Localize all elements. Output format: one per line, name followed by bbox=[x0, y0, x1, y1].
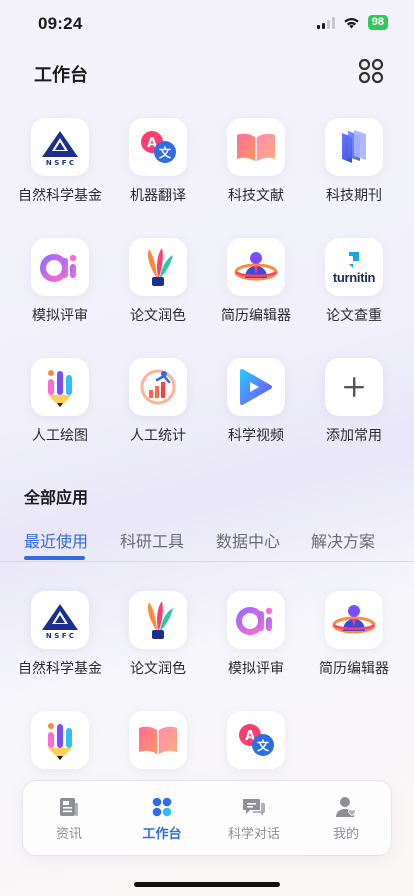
app-tile[interactable]: 简历编辑器 bbox=[210, 238, 302, 338]
open-book-icon bbox=[227, 118, 285, 176]
app-tile[interactable]: N S F C 自然科学基金 bbox=[14, 118, 106, 218]
all-apps-title: 全部应用 bbox=[24, 490, 89, 507]
page-title: 工作台 bbox=[34, 65, 88, 85]
app-label: 人工统计 bbox=[130, 427, 186, 443]
app-tile[interactable]: 论文润色 bbox=[112, 238, 204, 338]
svg-text:N S F C: N S F C bbox=[46, 159, 74, 167]
workbench-icon bbox=[152, 797, 172, 817]
quill-pen-icon bbox=[129, 591, 187, 649]
app-label: 论文润色 bbox=[130, 307, 186, 323]
translate-icon: A 文 bbox=[129, 118, 187, 176]
battery-indicator: 98 bbox=[367, 15, 388, 30]
app-tile[interactable]: 模拟评审 bbox=[14, 238, 106, 338]
app-label: 人工绘图 bbox=[32, 427, 88, 443]
nav-profile[interactable]: 我的 bbox=[306, 795, 386, 842]
wifi-icon bbox=[344, 17, 359, 28]
active-tab-indicator bbox=[24, 556, 85, 560]
ai-logo-icon bbox=[227, 591, 285, 649]
chat-icon bbox=[243, 799, 265, 816]
category-tabs: 最近使用 科研工具 数据中心 解决方案 bbox=[0, 528, 414, 562]
nsfc-logo-icon: N S F C bbox=[31, 118, 89, 176]
app-label: 模拟评审 bbox=[228, 660, 284, 676]
quill-pen-icon bbox=[129, 238, 187, 296]
tab-solutions[interactable]: 解决方案 bbox=[311, 528, 375, 552]
app-label: 自然科学基金 bbox=[18, 660, 102, 676]
app-tile[interactable]: N S F C 自然科学基金 bbox=[14, 591, 106, 691]
news-icon bbox=[60, 798, 78, 816]
nav-label: 资讯 bbox=[55, 826, 82, 841]
app-tile[interactable]: 科技期刊 bbox=[308, 118, 400, 218]
app-tile[interactable]: A 文 机器翻译 bbox=[112, 118, 204, 218]
app-label: 模拟评审 bbox=[32, 307, 88, 323]
cellular-signal-icon bbox=[316, 16, 335, 29]
app-label: 论文润色 bbox=[130, 660, 186, 676]
app-label: 科技期刊 bbox=[326, 187, 382, 203]
nav-label: 我的 bbox=[332, 826, 359, 841]
svg-text:N S F C: N S F C bbox=[46, 632, 74, 640]
pencil-chart-icon bbox=[31, 358, 89, 416]
bottom-navigation: 资讯 工作台 科学对话 我的 bbox=[22, 780, 392, 856]
journal-icon bbox=[325, 118, 383, 176]
nav-workbench[interactable]: 工作台 bbox=[122, 795, 202, 842]
app-label: 简历编辑器 bbox=[319, 660, 389, 676]
nav-label: 工作台 bbox=[142, 826, 182, 841]
app-label: 简历编辑器 bbox=[221, 307, 291, 323]
app-tile[interactable]: 论文润色 bbox=[112, 591, 204, 691]
tab-data-center[interactable]: 数据中心 bbox=[216, 528, 280, 552]
app-label: 自然科学基金 bbox=[18, 187, 102, 203]
app-tile[interactable]: 人工绘图 bbox=[14, 358, 106, 458]
nav-news[interactable]: 资讯 bbox=[29, 795, 109, 842]
nsfc-logo-icon: N S F C bbox=[31, 591, 89, 649]
status-indicators: 98 bbox=[316, 15, 388, 30]
svg-text:文: 文 bbox=[159, 145, 172, 160]
app-label: 科学视频 bbox=[228, 427, 284, 443]
home-indicator bbox=[134, 882, 280, 887]
app-tile[interactable]: 人工统计 bbox=[112, 358, 204, 458]
resume-person-icon bbox=[325, 591, 383, 649]
app-label: 添加常用 bbox=[326, 427, 382, 443]
tab-research-tools[interactable]: 科研工具 bbox=[120, 528, 184, 552]
app-tile[interactable]: 科技文献 bbox=[210, 118, 302, 218]
turnitin-wordmark: turnitin bbox=[332, 269, 376, 285]
app-label: 机器翻译 bbox=[130, 187, 186, 203]
app-label: 科技文献 bbox=[228, 187, 284, 203]
open-book-icon bbox=[129, 711, 187, 769]
pencil-chart-icon bbox=[31, 711, 89, 769]
turnitin-logo-icon: turnitin bbox=[325, 238, 383, 296]
app-tile[interactable]: 科学视频 bbox=[210, 358, 302, 458]
plus-icon bbox=[325, 358, 383, 416]
profile-icon bbox=[336, 797, 356, 817]
tab-recent[interactable]: 最近使用 bbox=[24, 528, 88, 552]
status-bar: 09:24 98 bbox=[0, 0, 414, 48]
statistics-runner-icon bbox=[129, 358, 187, 416]
app-tile[interactable]: 简历编辑器 bbox=[308, 591, 400, 691]
translate-icon: A 文 bbox=[227, 711, 285, 769]
nav-science-chat[interactable]: 科学对话 bbox=[214, 795, 294, 842]
app-label: 论文查重 bbox=[326, 307, 382, 323]
svg-text:文: 文 bbox=[257, 738, 270, 753]
ai-logo-icon bbox=[31, 238, 89, 296]
app-tile[interactable]: 添加常用 bbox=[308, 358, 400, 458]
app-tile[interactable]: turnitin 论文查重 bbox=[308, 238, 400, 338]
resume-person-icon bbox=[227, 238, 285, 296]
app-tile[interactable]: 模拟评审 bbox=[210, 591, 302, 691]
nav-label: 科学对话 bbox=[227, 826, 280, 841]
status-time: 09:24 bbox=[38, 14, 83, 33]
video-play-icon bbox=[227, 358, 285, 416]
app-grid-icon[interactable] bbox=[358, 58, 384, 84]
